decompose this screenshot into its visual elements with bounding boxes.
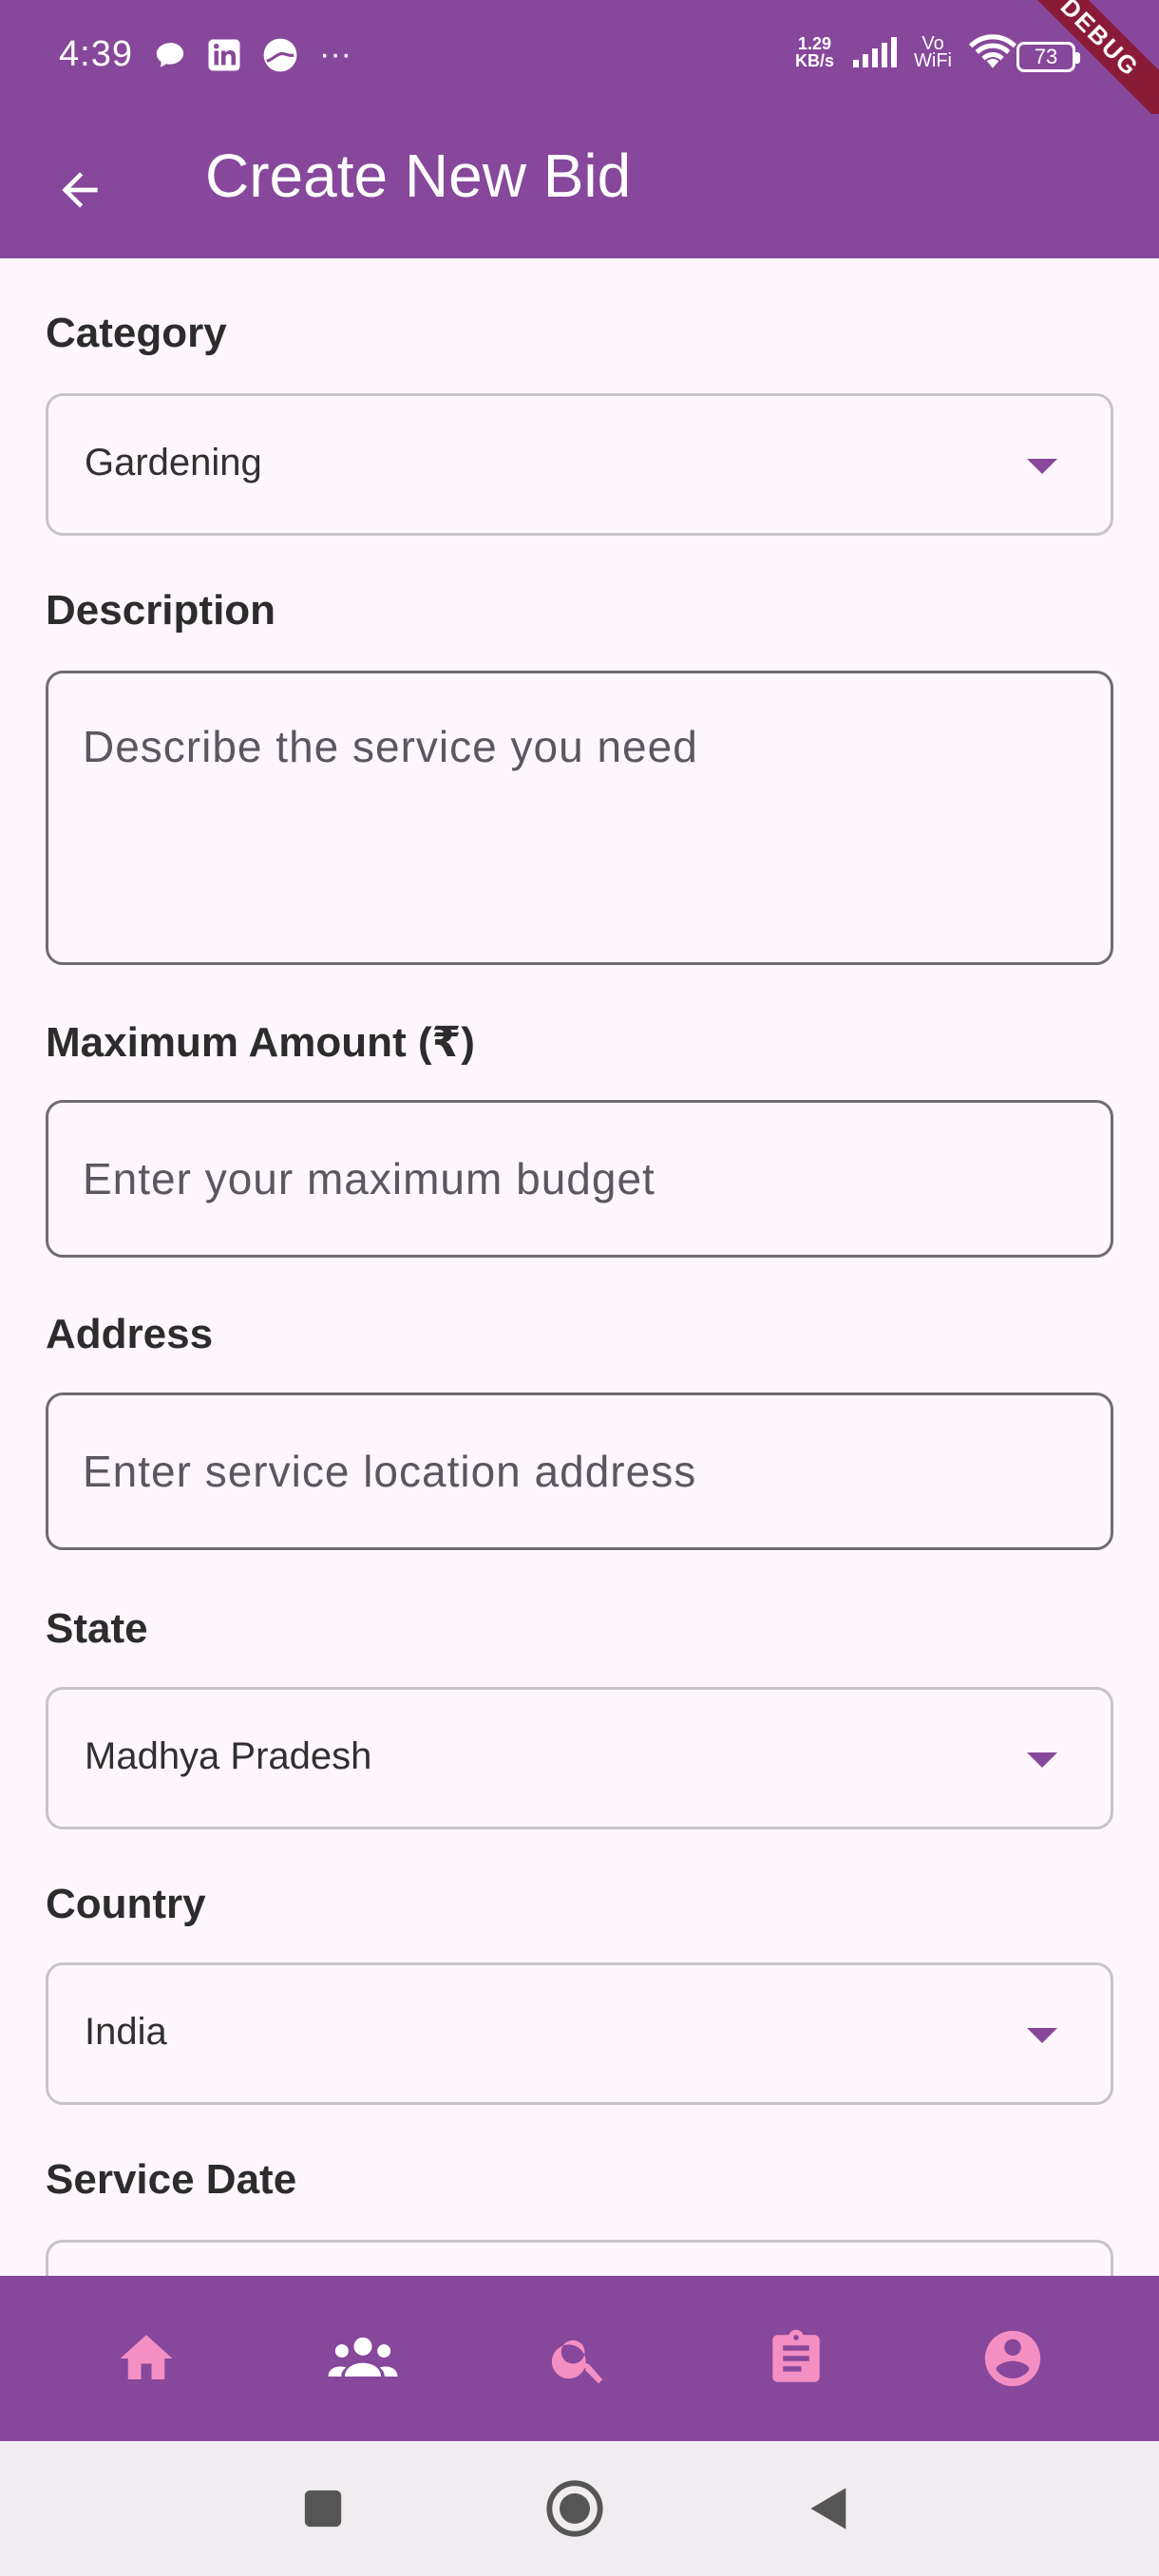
dropdown-arrow-icon: [1027, 1752, 1057, 1768]
network-speed: 1.29 KB/s: [795, 35, 834, 69]
home-circle-icon: [546, 2480, 603, 2537]
nav-profile[interactable]: [956, 2301, 1070, 2415]
nav-bids[interactable]: [739, 2301, 853, 2415]
network-speed-unit: KB/s: [795, 51, 835, 70]
wifi-icon: [969, 34, 1016, 68]
notification-icons: ···: [154, 36, 352, 73]
address-field[interactable]: [46, 1392, 1113, 1550]
assignment-icon: [772, 2329, 820, 2382]
state-selected-value: Madhya Pradesh: [85, 1735, 372, 1777]
description-label: Description: [46, 587, 276, 634]
service-date-label: Service Date: [46, 2156, 297, 2203]
system-navigation-bar: [0, 2441, 1159, 2576]
country-dropdown[interactable]: India: [46, 1962, 1113, 2105]
more-notifications-icon: ···: [319, 36, 352, 72]
dropdown-arrow-icon: [1027, 2028, 1057, 2043]
people-icon: [328, 2337, 398, 2377]
country-label: Country: [46, 1881, 206, 1927]
battery-icon: 73: [1016, 42, 1080, 72]
state-label: State: [46, 1605, 148, 1652]
arrow-back-icon: [62, 172, 98, 208]
system-status-icons: 1.29 KB/s Vo WiFi: [795, 34, 1016, 70]
category-label: Category: [46, 310, 227, 356]
account-circle-icon: [984, 2330, 1041, 2387]
recents-button[interactable]: [290, 2475, 356, 2542]
dropdown-arrow-icon: [1027, 459, 1057, 474]
recents-icon: [304, 2490, 342, 2528]
back-triangle-icon: [810, 2488, 846, 2529]
home-icon: [120, 2335, 173, 2379]
address-label: Address: [46, 1311, 214, 1357]
service-date-field[interactable]: [46, 2240, 1113, 2276]
app-bar: Create New Bid: [0, 114, 1159, 258]
nav-search[interactable]: [522, 2301, 636, 2415]
network-speed-value: 1.29: [797, 34, 832, 53]
description-field[interactable]: [46, 671, 1113, 965]
chat-bubble-icon: [156, 42, 184, 67]
app-circle-icon: [263, 38, 297, 71]
country-selected-value: India: [85, 2011, 167, 2053]
back-button[interactable]: [44, 154, 116, 226]
max-amount-label: Maximum Amount (₹): [46, 1019, 475, 1066]
search-icon: [551, 2339, 603, 2384]
bottom-navigation: [0, 2276, 1159, 2441]
back-system-button[interactable]: [796, 2475, 863, 2542]
state-dropdown[interactable]: Madhya Pradesh: [46, 1687, 1113, 1829]
vowifi-indicator: Vo WiFi: [914, 34, 952, 71]
status-bar: 4:39 ··· 1.29 KB/s Vo WiFi 73 DEBUG: [0, 0, 1159, 131]
linkedin-icon: [208, 39, 240, 70]
nav-people[interactable]: [306, 2301, 420, 2415]
category-selected-value: Gardening: [85, 442, 262, 483]
page-title: Create New Bid: [205, 142, 632, 210]
home-system-button[interactable]: [542, 2475, 608, 2542]
vowifi-bottom: WiFi: [914, 50, 952, 71]
signal-icon: [853, 37, 898, 67]
nav-home[interactable]: [89, 2301, 203, 2415]
status-time: 4:39: [59, 34, 133, 74]
category-dropdown[interactable]: Gardening: [46, 393, 1113, 536]
max-amount-field[interactable]: [46, 1100, 1113, 1258]
create-bid-form: Category Gardening Description Maximum A…: [0, 258, 1159, 2276]
